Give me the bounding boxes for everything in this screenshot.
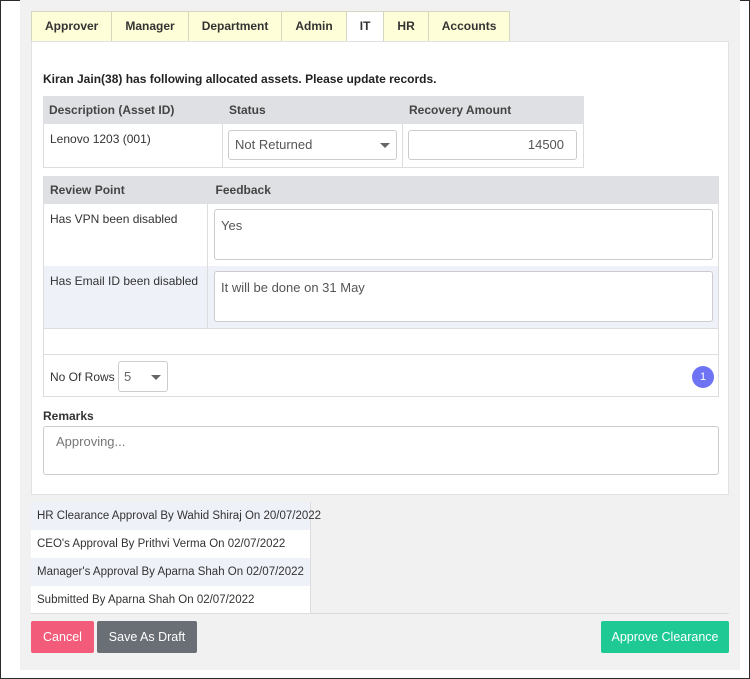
header-description: Description (Asset ID) xyxy=(49,103,175,117)
review-table: Review Point Feedback Has VPN been disab… xyxy=(43,176,719,397)
tab-admin[interactable]: Admin xyxy=(281,11,347,42)
table-row: Has Email ID been disabled It will be do… xyxy=(44,266,718,328)
cancel-button[interactable]: Cancel xyxy=(31,621,94,653)
approval-history: HR Clearance Approval By Wahid Shiraj On… xyxy=(31,502,321,614)
header-review-point: Review Point xyxy=(50,183,125,197)
review-point: Has VPN been disabled xyxy=(44,204,208,266)
status-select[interactable]: Not Returned xyxy=(228,130,398,160)
feedback-input-email[interactable]: It will be done on 31 May xyxy=(214,271,713,322)
feedback-cell: It will be done on 31 May xyxy=(208,266,718,328)
review-point: Has Email ID been disabled xyxy=(44,266,208,328)
asset-table-header: Description (Asset ID) Status Recovery A… xyxy=(43,96,584,124)
asset-table: Description (Asset ID) Status Recovery A… xyxy=(43,96,584,168)
remarks-textarea[interactable]: Approving... xyxy=(43,426,719,475)
table-spacer xyxy=(44,328,718,354)
recovery-amount-input[interactable]: 14500 xyxy=(408,130,578,160)
header-recovery-amount: Recovery Amount xyxy=(409,103,512,117)
rows-per-page-label: No Of Rows : xyxy=(50,370,122,384)
rows-per-page-select[interactable]: 5 xyxy=(118,361,168,392)
asset-description: Lenovo 1203 (001) xyxy=(44,124,224,167)
list-item: HR Clearance Approval By Wahid Shiraj On… xyxy=(31,502,321,530)
tab-accounts[interactable]: Accounts xyxy=(427,11,511,42)
status-select-value: Not Returned xyxy=(235,137,313,152)
tab-approver[interactable]: Approver xyxy=(31,11,113,42)
feedback-cell: Yes xyxy=(208,204,718,266)
tab-it[interactable]: IT xyxy=(345,11,385,42)
list-item: Submitted By Aparna Shah On 02/07/2022 xyxy=(37,594,255,606)
approve-clearance-button[interactable]: Approve Clearance xyxy=(601,621,729,653)
tab-bar: Approver Manager Department Admin IT HR … xyxy=(31,11,511,42)
recovery-cell: 14500 xyxy=(403,124,583,167)
list-item: Manager's Approval By Aparna Shah On 02/… xyxy=(31,558,310,586)
intro-text: Kiran Jain(38) has following allocated a… xyxy=(43,72,437,86)
rows-per-page-value: 5 xyxy=(124,369,132,384)
divider xyxy=(31,613,729,614)
save-draft-button[interactable]: Save As Draft xyxy=(97,621,197,653)
table-row: Lenovo 1203 (001) Not Returned 14500 xyxy=(43,124,584,168)
clearance-container: Approver Manager Department Admin IT HR … xyxy=(20,0,740,670)
list-item: CEO's Approval By Prithvi Verma On 02/07… xyxy=(37,538,286,550)
tab-department[interactable]: Department xyxy=(187,11,283,42)
header-status: Status xyxy=(229,103,266,117)
review-table-header: Review Point Feedback xyxy=(44,176,718,204)
tab-manager[interactable]: Manager xyxy=(111,11,189,42)
status-cell: Not Returned xyxy=(223,124,404,167)
pagination-bar: No Of Rows : 5 1 xyxy=(44,354,718,397)
page-button-1[interactable]: 1 xyxy=(692,366,714,388)
table-row: Has VPN been disabled Yes xyxy=(44,204,718,266)
it-tab-panel: Kiran Jain(38) has following allocated a… xyxy=(31,41,729,495)
chevron-down-icon xyxy=(380,143,391,148)
header-feedback: Feedback xyxy=(215,183,271,197)
tab-hr[interactable]: HR xyxy=(383,11,429,42)
chevron-down-icon xyxy=(151,375,161,380)
feedback-input-vpn[interactable]: Yes xyxy=(214,209,713,260)
remarks-label: Remarks xyxy=(43,409,94,423)
